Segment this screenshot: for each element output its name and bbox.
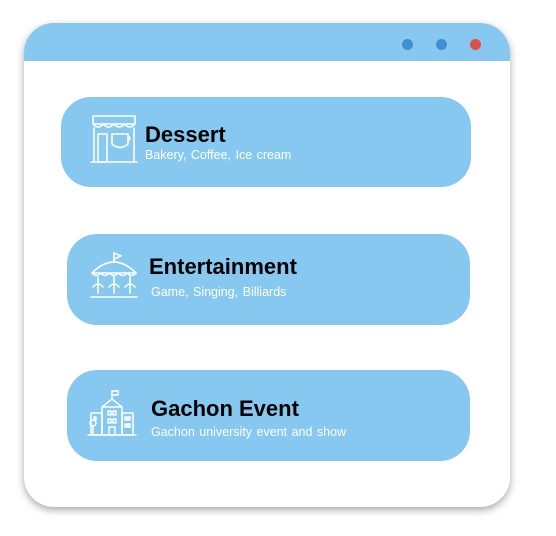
menu-item-subtitle: Bakery, Coffee, Ice cream bbox=[145, 148, 292, 162]
shop-icon bbox=[90, 114, 138, 169]
menu-item-title: Dessert bbox=[145, 122, 226, 147]
app-window: Dessert Bakery, Coffee, Ice cream Entert… bbox=[24, 23, 510, 507]
menu-item-dessert[interactable]: Dessert Bakery, Coffee, Ice cream bbox=[61, 97, 471, 187]
window-dot-blue-2[interactable] bbox=[436, 39, 447, 50]
menu-item-title: Gachon Event bbox=[151, 396, 299, 421]
menu-item-title: Entertainment bbox=[149, 254, 297, 279]
menu-item-gachon-event[interactable]: Gachon Event Gachon university event and… bbox=[67, 370, 470, 461]
school-building-icon bbox=[87, 389, 137, 444]
menu-item-entertainment[interactable]: Entertainment Game, Singing, Billiards bbox=[67, 234, 470, 325]
window-dot-blue-1[interactable] bbox=[402, 39, 413, 50]
window-dot-red[interactable] bbox=[470, 39, 481, 50]
menu-item-subtitle: Gachon university event and show bbox=[151, 425, 347, 439]
menu-item-subtitle: Game, Singing, Billiards bbox=[151, 285, 287, 299]
title-bar bbox=[24, 23, 510, 61]
carousel-icon bbox=[89, 251, 139, 306]
